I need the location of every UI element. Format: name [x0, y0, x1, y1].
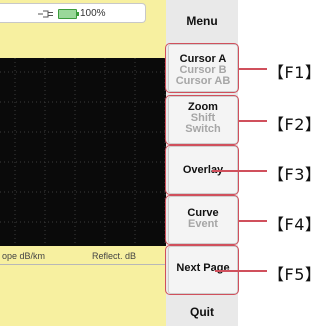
measurement-labels: ope dB/km Reflect. dB: [0, 250, 166, 264]
f1-connector: [239, 68, 267, 70]
slope-label: ope dB/km: [2, 251, 46, 261]
f4-highlight: [165, 195, 239, 245]
f2-connector: [239, 120, 267, 122]
f3-connector: [212, 170, 267, 172]
reflect-label: Reflect. dB: [92, 251, 137, 261]
f2-key-label: 【F2】: [268, 115, 322, 134]
f5-key-label: 【F5】: [268, 265, 322, 284]
quit-button[interactable]: Quit: [166, 305, 238, 319]
battery-percentage: 100%: [80, 8, 106, 19]
f4-connector: [239, 220, 267, 222]
plug-icon: [38, 10, 53, 18]
battery-icon: [58, 9, 79, 19]
f3-key-label: 【F3】: [268, 165, 322, 184]
instrument-screen: 100% ope dB/km Reflect. dB: [0, 0, 166, 326]
f1-highlight: [165, 43, 239, 93]
f5-connector: [215, 270, 267, 272]
trace-plot[interactable]: [0, 58, 166, 246]
f1-key-label: 【F1】: [268, 63, 322, 82]
f2-highlight: [165, 95, 239, 145]
status-bar: 100%: [0, 0, 166, 28]
menu-title: Menu: [186, 14, 218, 28]
divider: [0, 264, 166, 265]
status-panel: 100%: [0, 3, 146, 23]
f4-key-label: 【F4】: [268, 215, 322, 234]
plot-grid: [0, 58, 166, 246]
